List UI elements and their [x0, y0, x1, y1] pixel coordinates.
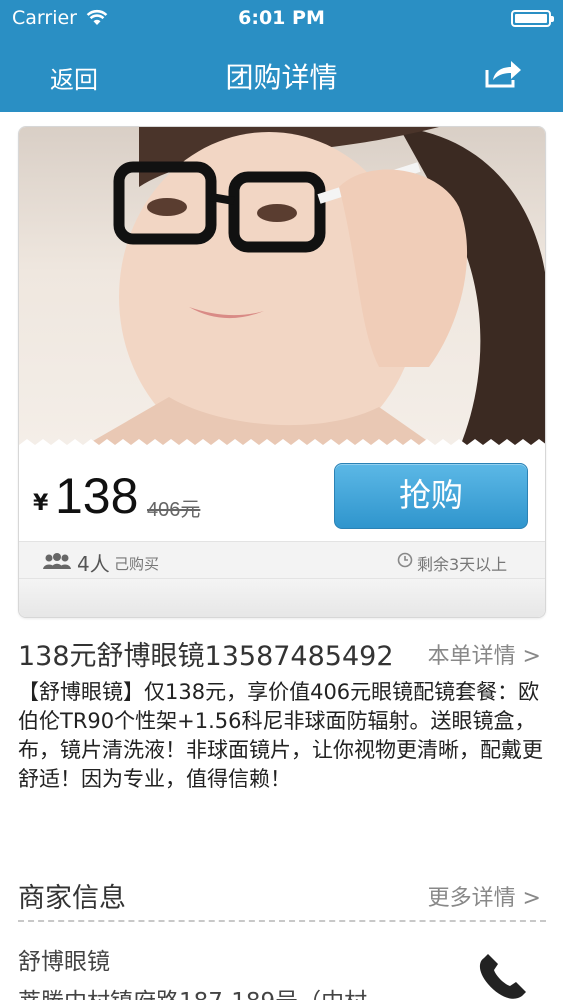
status-bar: Carrier 6:01 PM [0, 0, 563, 38]
page-title: 团购详情 [225, 61, 338, 94]
zigzag-divider [19, 439, 545, 453]
clock-icon [397, 552, 413, 572]
merchant-name: 舒博眼镜 [18, 949, 110, 975]
card-footer [19, 579, 545, 617]
product-photo [19, 127, 545, 449]
buyers-label: 己购买 [114, 555, 160, 573]
share-icon[interactable] [483, 58, 523, 90]
price-row: ¥ 138 406元 抢购 [19, 453, 545, 541]
merchant-more-link[interactable]: 更多详情 > [428, 880, 541, 912]
top-bar: Carrier 6:01 PM 返回 团购详情 [0, 0, 563, 112]
deal-card: ¥ 138 406元 抢购 4人 己购买 剩余3天以上 [18, 126, 546, 618]
nav-bar: 返回 团购详情 [0, 38, 563, 112]
deal-meta-row: 4人 己购买 剩余3天以上 [19, 541, 545, 579]
battery-icon [511, 10, 554, 27]
deal-description: 【舒博眼镜】仅138元，享价值406元眼镜配镜套餐：欧伯伦TR90个性架+1.5… [18, 680, 543, 791]
merchant-address: 莘塍中村镇府路187-189号（中村 [18, 982, 367, 1000]
dashed-divider [18, 920, 546, 922]
buy-button[interactable]: 抢购 [334, 463, 528, 529]
time-remaining: 剩余3天以上 [417, 555, 508, 574]
phone-icon[interactable] [474, 952, 534, 1000]
people-icon [43, 552, 71, 574]
deal-title: 138元舒博眼镜13587485492 [18, 641, 394, 672]
deal-detail-link[interactable]: 本单详情 > [428, 638, 541, 670]
original-price: 406元 [147, 499, 201, 521]
status-time: 6:01 PM [238, 7, 325, 29]
deal-price: 138 [55, 468, 139, 524]
buyers-count: 4人 [77, 552, 110, 576]
merchant-section-title: 商家信息 [18, 883, 126, 914]
currency-symbol: ¥ [33, 491, 49, 516]
